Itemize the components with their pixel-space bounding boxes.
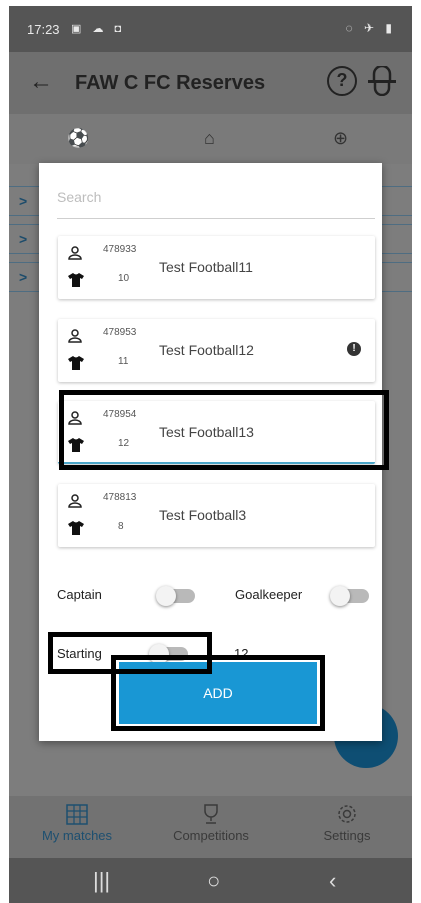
captain-label: Captain	[57, 587, 102, 602]
phone-screen: 17:23 ▣ ☁ ◘ ◌ ✈ ▮ ← FAW C FC Reserves ? …	[9, 6, 412, 903]
warning-icon[interactable]: !	[347, 342, 361, 356]
player-card[interactable]: 478933 10 Test Football11	[58, 236, 375, 299]
goalkeeper-toggle[interactable]	[330, 586, 369, 606]
shirt-icon	[68, 273, 84, 287]
page-title: FAW C FC Reserves	[75, 72, 266, 94]
player-name: Test Football3	[159, 507, 247, 523]
nav-settings[interactable]: Settings	[287, 802, 407, 843]
add-circle-icon[interactable]: ⊕	[333, 128, 348, 149]
shirt-icon	[68, 356, 84, 370]
player-card[interactable]: 478813 8 Test Football3	[58, 484, 375, 547]
ball-icon[interactable]: ⚽	[67, 128, 89, 149]
home-button-icon[interactable]: ○	[207, 868, 220, 894]
player-id: 478813	[103, 492, 137, 503]
back-arrow-icon[interactable]: ←	[29, 68, 53, 96]
highlight-box	[59, 390, 389, 470]
person-icon	[68, 246, 82, 260]
nav-label: Competitions	[173, 828, 249, 843]
notification-icons: ▣ ☁ ◘	[71, 23, 126, 35]
player-name: Test Football11	[159, 259, 253, 275]
system-navigation: ||| ○ ‹	[9, 858, 412, 903]
referee-whistle-icon[interactable]	[367, 66, 397, 96]
player-id: 478953	[103, 327, 137, 338]
player-number: 11	[118, 356, 129, 367]
nav-label: Settings	[323, 828, 371, 843]
status-bar: 17:23 ▣ ☁ ◘ ◌ ✈ ▮	[9, 6, 412, 52]
player-id: 478933	[103, 244, 137, 255]
nav-label: My matches	[41, 828, 113, 843]
chevron-right-icon: >	[19, 193, 28, 209]
search-input[interactable]: Search	[57, 189, 375, 219]
goalkeeper-label: Goalkeeper	[235, 587, 303, 602]
calendar-grid-icon	[66, 804, 88, 825]
add-player-dialog: Search 478933 10 Test Football11 478953 …	[39, 163, 389, 741]
trophy-icon	[204, 804, 218, 824]
system-status-icons: ◌ ✈ ▮	[345, 21, 396, 35]
player-number: 10	[118, 273, 130, 284]
app-bar: ← FAW C FC Reserves ?	[9, 52, 412, 114]
shirt-icon	[68, 521, 84, 535]
nav-competitions[interactable]: Competitions	[151, 802, 271, 843]
captain-toggle[interactable]	[156, 586, 195, 606]
chevron-right-icon: >	[19, 231, 28, 247]
highlight-box	[111, 655, 325, 731]
gear-icon	[338, 805, 356, 823]
top-tabs: ⚽ ⌂ ⊕	[9, 114, 412, 164]
chevron-right-icon: >	[19, 269, 28, 285]
bottom-navigation: My matches Competitions Settings	[9, 796, 412, 858]
nav-my-matches[interactable]: My matches	[17, 802, 137, 843]
player-name: Test Football12	[159, 342, 254, 358]
person-icon	[68, 494, 82, 508]
help-icon[interactable]: ?	[327, 66, 357, 96]
home-icon[interactable]: ⌂	[204, 128, 215, 149]
status-time: 17:23	[27, 22, 60, 37]
player-number: 8	[118, 521, 124, 532]
player-card[interactable]: 478953 11 Test Football12 !	[58, 319, 375, 382]
system-back-icon[interactable]: ‹	[329, 868, 336, 894]
search-placeholder: Search	[57, 189, 102, 205]
recents-icon[interactable]: |||	[93, 868, 110, 894]
person-icon	[68, 329, 82, 343]
